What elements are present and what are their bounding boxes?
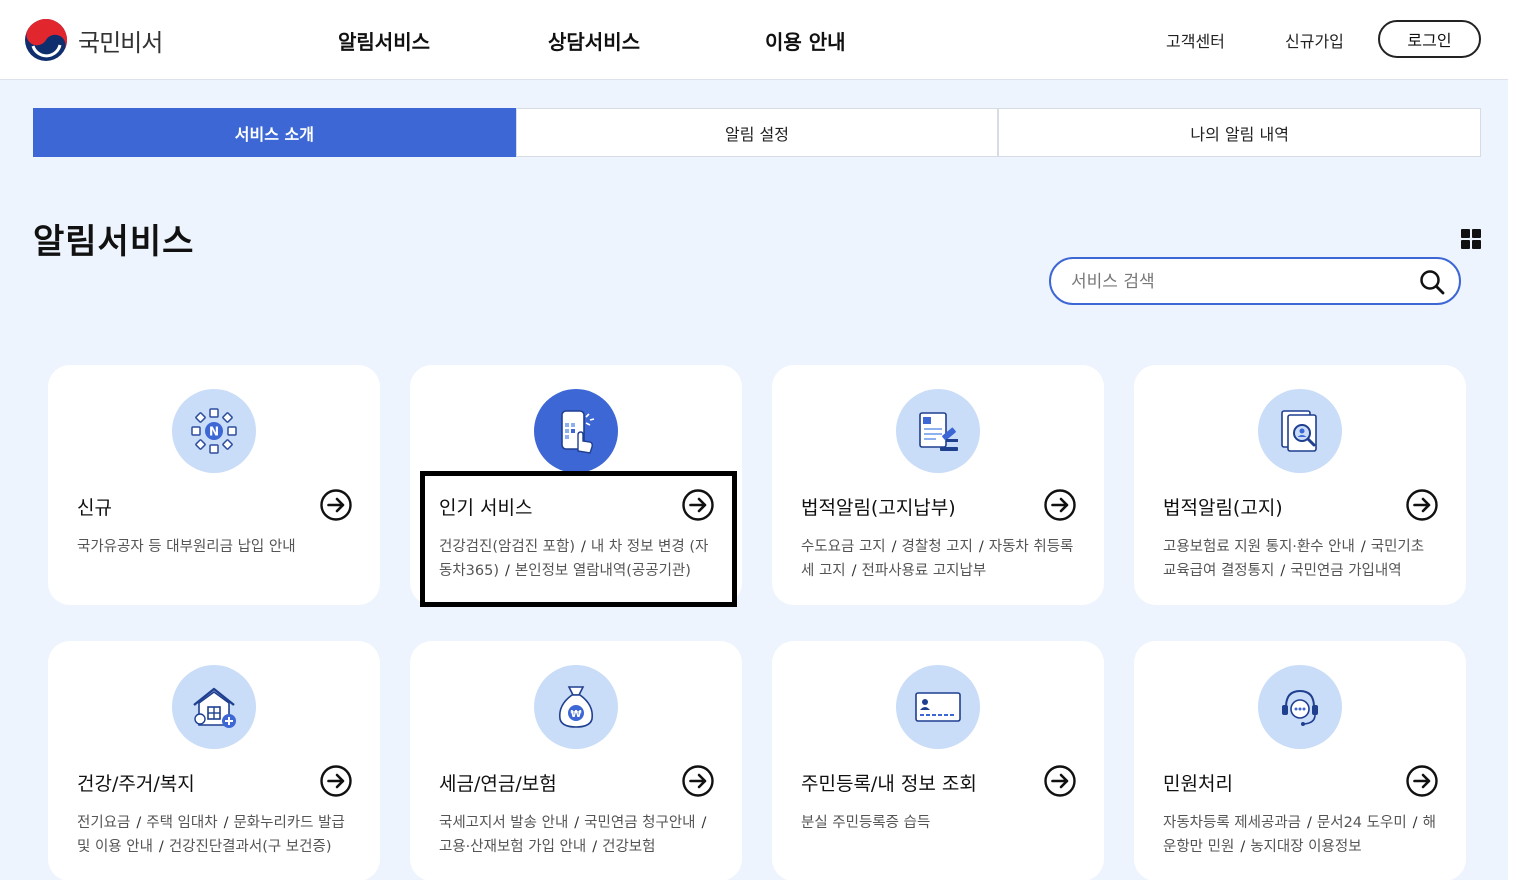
document-gavel-icon bbox=[896, 389, 980, 473]
card-description: 국가유공자 등 대부원리금 납입 안내 bbox=[77, 535, 353, 559]
top-header: 국민비서 알림서비스 상담서비스 이용 안내 고객센터 신규가입 로그인 bbox=[0, 0, 1516, 80]
arrow-right-icon[interactable] bbox=[1044, 489, 1076, 521]
card-description: 수도요금 고지 / 경찰청 고지 / 자동차 취등록세 고지 / 전파사용료 고지납부 bbox=[801, 535, 1077, 583]
sub-tabs: 서비스 소개 알림 설정 나의 알림 내역 bbox=[33, 108, 1482, 157]
phone-touch-icon bbox=[534, 389, 618, 473]
service-card-5[interactable]: ₩ 세금/연금/보험 국세고지서 발송 안내 / 국민연금 청구안내/고용·산재보험 가… bbox=[410, 641, 742, 880]
card-service-item[interactable]: 국가유공자 등 대부원리금 납입 안내 bbox=[77, 539, 296, 555]
service-card-0[interactable]: N 신규국가유공자 등 대부원리금 납입 안내 bbox=[48, 365, 380, 605]
service-card-1[interactable]: 인기 서비스 건강검진(암검진 포함) / 내 차 정보 변경 (자동차365) / 본인… bbox=[410, 365, 742, 605]
card-description: 분실 주민등록증 습득 bbox=[801, 811, 1077, 835]
separator: / bbox=[580, 539, 586, 555]
card-service-item[interactable]: 문서24 도우미 bbox=[1317, 815, 1407, 831]
arrow-right-icon[interactable] bbox=[682, 765, 714, 797]
card-title: 법적알림(고지납부) bbox=[801, 497, 956, 519]
page-title: 알림서비스 bbox=[33, 222, 195, 262]
document-search-icon bbox=[1258, 389, 1342, 473]
card-service-item[interactable]: 건강보험 bbox=[602, 839, 655, 855]
separator: / bbox=[891, 539, 897, 555]
separator: / bbox=[1307, 815, 1312, 831]
login-button[interactable]: 로그인 bbox=[1378, 20, 1481, 58]
service-card-4[interactable]: 건강/주거/복지 전기요금 / 주택 임대차 / 문화누리카드 발급 및 이용 안내 / 건강… bbox=[48, 641, 380, 880]
tab-service-intro[interactable]: 서비스 소개 bbox=[33, 108, 516, 157]
card-service-item[interactable]: 농지대장 이용정보 bbox=[1250, 839, 1361, 855]
logo[interactable]: 국민비서 bbox=[24, 18, 163, 62]
separator: / bbox=[505, 563, 510, 579]
card-service-item[interactable]: 수도요금 고지 bbox=[801, 539, 886, 555]
nav-usage-guide[interactable]: 이용 안내 bbox=[765, 26, 846, 55]
card-title: 법적알림(고지) bbox=[1163, 497, 1283, 519]
new-network-icon: N bbox=[172, 389, 256, 473]
card-title: 건강/주거/복지 bbox=[77, 773, 195, 795]
scrollbar-track[interactable] bbox=[1508, 0, 1516, 880]
separator: / bbox=[701, 815, 707, 831]
arrow-right-icon[interactable] bbox=[320, 765, 352, 797]
customer-center-link[interactable]: 고객센터 bbox=[1166, 28, 1225, 52]
search-icon[interactable] bbox=[1419, 269, 1445, 295]
card-service-item[interactable]: 건강진단결과서(구 보건증) bbox=[169, 839, 332, 855]
signup-link[interactable]: 신규가입 bbox=[1285, 28, 1344, 52]
arrow-right-icon[interactable] bbox=[1044, 765, 1076, 797]
card-title: 민원처리 bbox=[1163, 773, 1233, 795]
card-service-item[interactable]: 전기요금 bbox=[77, 815, 130, 831]
separator: / bbox=[978, 539, 984, 555]
card-service-item[interactable]: 분실 주민등록증 습득 bbox=[801, 815, 930, 831]
card-title: 세금/연금/보험 bbox=[439, 773, 557, 795]
separator: / bbox=[851, 563, 857, 579]
arrow-right-icon[interactable] bbox=[320, 489, 352, 521]
tab-alarm-settings[interactable]: 알림 설정 bbox=[515, 108, 999, 157]
card-service-item[interactable]: 건강검진(암검진 포함) bbox=[439, 539, 575, 555]
arrow-right-icon[interactable] bbox=[1406, 765, 1438, 797]
separator: / bbox=[1360, 539, 1366, 555]
arrow-right-icon[interactable] bbox=[682, 489, 714, 521]
card-title: 인기 서비스 bbox=[439, 497, 533, 519]
card-description: 국세고지서 발송 안내 / 국민연금 청구안내/고용·산재보험 가입 안내 / 건강보험 bbox=[439, 811, 715, 859]
card-service-item[interactable]: 고용보험료 지원 통지·환수 안내 bbox=[1163, 539, 1355, 555]
arrow-right-icon[interactable] bbox=[1406, 489, 1438, 521]
service-card-2[interactable]: 법적알림(고지납부) 수도요금 고지 / 경찰청 고지 / 자동차 취등록세 고지 / 전파사… bbox=[772, 365, 1104, 605]
svg-text:N: N bbox=[209, 425, 219, 439]
card-description: 전기요금 / 주택 임대차 / 문화누리카드 발급 및 이용 안내 / 건강진단결과서(구 … bbox=[77, 811, 353, 859]
separator: / bbox=[223, 815, 229, 831]
card-service-item[interactable]: 고용·산재보험 가입 안내 bbox=[439, 839, 586, 855]
separator: / bbox=[592, 839, 598, 855]
card-description: 자동차등록 제세공과금 / 문서24 도우미 / 해운항만 민원 / 농지대장 이용정보 bbox=[1163, 811, 1439, 859]
separator: / bbox=[1240, 839, 1246, 855]
search-input[interactable] bbox=[1071, 269, 1411, 295]
card-service-item[interactable]: 전파사용료 고지납부 bbox=[862, 563, 987, 579]
card-service-item[interactable]: 국민연금 가입내역 bbox=[1290, 563, 1401, 579]
house-health-icon bbox=[172, 665, 256, 749]
grid-view-icon[interactable] bbox=[1461, 229, 1481, 249]
card-description: 건강검진(암검진 포함) / 내 차 정보 변경 (자동차365) / 본인정보 열람내… bbox=[439, 535, 715, 583]
logo-text: 국민비서 bbox=[78, 28, 163, 57]
service-card-6[interactable]: 주민등록/내 정보 조회분실 주민등록증 습득 bbox=[772, 641, 1104, 880]
card-service-item[interactable]: 본인정보 열람내역(공공기관) bbox=[515, 563, 691, 579]
separator: / bbox=[158, 839, 164, 855]
taegeuk-logo-icon bbox=[25, 19, 67, 61]
service-card-3[interactable]: 법적알림(고지) 고용보험료 지원 통지·환수 안내 / 국민기초 교육급여 결정통지… bbox=[1134, 365, 1466, 605]
headset-icon bbox=[1258, 665, 1342, 749]
card-service-item[interactable]: 국세고지서 발송 안내 bbox=[439, 815, 568, 831]
separator: / bbox=[1412, 815, 1418, 831]
search-box bbox=[1049, 257, 1461, 305]
card-description: 고용보험료 지원 통지·환수 안내 / 국민기초 교육급여 결정통지 / 국민연금 가입… bbox=[1163, 535, 1439, 583]
tab-my-alarm-history[interactable]: 나의 알림 내역 bbox=[998, 108, 1482, 157]
card-title: 주민등록/내 정보 조회 bbox=[801, 773, 977, 795]
card-service-item[interactable]: 국민연금 청구안내 bbox=[584, 815, 695, 831]
separator: / bbox=[574, 815, 580, 831]
nav-consult-service[interactable]: 상담서비스 bbox=[548, 26, 640, 55]
service-card-7[interactable]: 민원처리 자동차등록 제세공과금 / 문서24 도우미 / 해운항만 민원 / 농지대장 이용… bbox=[1134, 641, 1466, 880]
separator: / bbox=[1280, 563, 1286, 579]
card-service-item[interactable]: 자동차등록 제세공과금 bbox=[1163, 815, 1301, 831]
nav-alarm-service[interactable]: 알림서비스 bbox=[338, 26, 430, 55]
svg-text:₩: ₩ bbox=[570, 709, 581, 720]
card-service-item[interactable]: 주택 임대차 bbox=[146, 815, 217, 831]
separator: / bbox=[136, 815, 142, 831]
card-service-item[interactable]: 경찰청 고지 bbox=[902, 539, 973, 555]
money-bag-icon: ₩ bbox=[534, 665, 618, 749]
card-title: 신규 bbox=[77, 497, 112, 519]
id-card-icon bbox=[896, 665, 980, 749]
